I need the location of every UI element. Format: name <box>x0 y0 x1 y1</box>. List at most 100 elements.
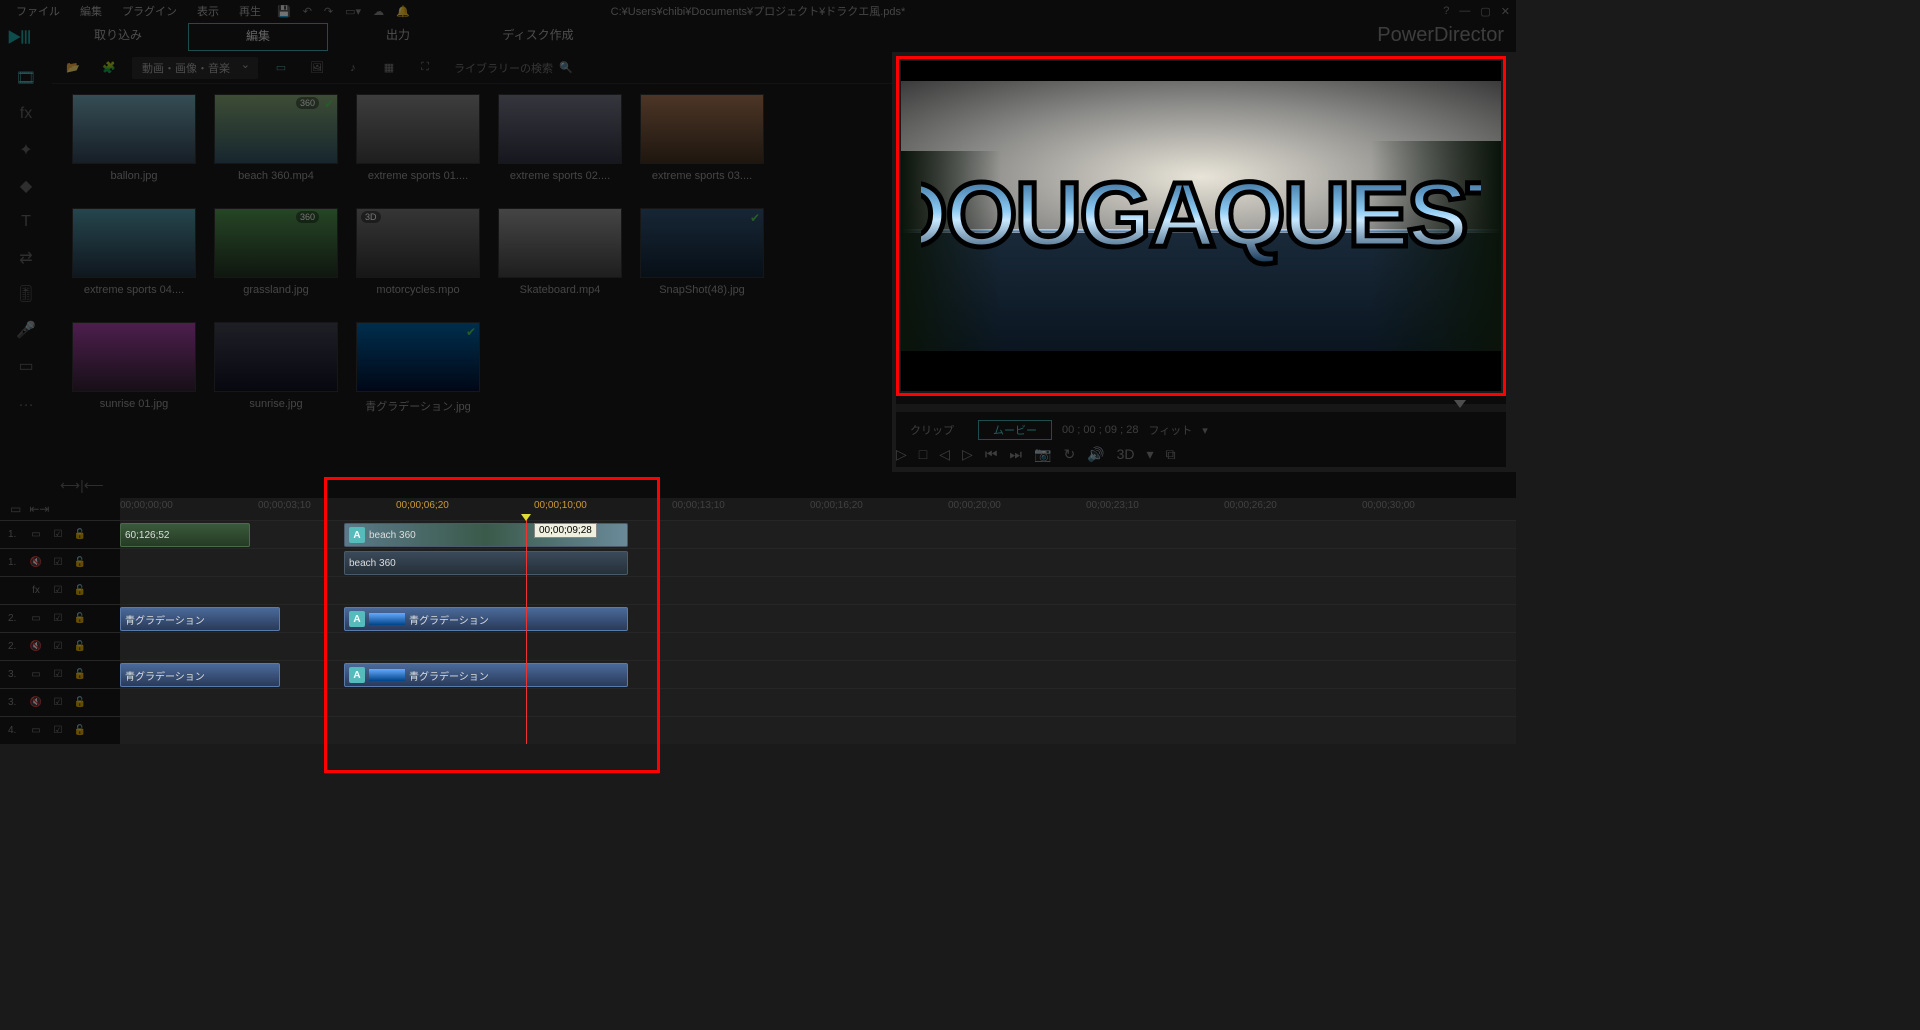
3d-toggle[interactable]: 3D <box>1117 446 1135 463</box>
menu-plugin[interactable]: プラグイン <box>112 3 187 19</box>
timeline-clip[interactable]: A青グラデーション <box>344 607 628 631</box>
media-thumb[interactable]: sunrise 01.jpg <box>72 322 196 414</box>
help-icon[interactable]: ? <box>1443 5 1449 18</box>
timeline-clip[interactable]: 青グラデーション <box>120 663 280 687</box>
track-lock-icon[interactable]: 🔓 <box>72 585 88 596</box>
media-thumb[interactable]: ✔SnapShot(48).jpg <box>640 208 764 296</box>
filter-image-icon[interactable]: 🖼 <box>304 58 330 78</box>
redo-icon[interactable]: ↷ <box>318 5 339 18</box>
media-filter-dropdown[interactable]: 動画・画像・音楽 <box>132 57 258 79</box>
menu-view[interactable]: 表示 <box>187 3 229 19</box>
voiceover-icon[interactable]: 🎤 <box>0 312 52 348</box>
track-body[interactable] <box>120 633 1516 660</box>
popout-icon[interactable]: ⧉ <box>1166 446 1176 463</box>
media-thumb[interactable]: extreme sports 04.... <box>72 208 196 296</box>
track-visible-icon[interactable]: ☑ <box>50 641 66 652</box>
timeline-clip[interactable]: beach 360 <box>344 551 628 575</box>
track-lock-icon[interactable]: 🔓 <box>72 697 88 708</box>
track-visible-icon[interactable]: ☑ <box>50 669 66 680</box>
media-room-icon[interactable]: 🎞 <box>0 60 52 96</box>
track-body[interactable]: beach 360 <box>120 549 1516 576</box>
track-body[interactable]: 60;126;52Abeach 36000;00;09;28 <box>120 521 1516 548</box>
snap-icon[interactable]: ⇤⇥ <box>29 502 49 516</box>
close-icon[interactable]: ✕ <box>1501 5 1510 18</box>
track-lock-icon[interactable]: 🔓 <box>72 725 88 736</box>
chapter-room-icon[interactable]: ▭ <box>0 348 52 384</box>
menu-file[interactable]: ファイル <box>6 3 70 19</box>
media-thumb[interactable]: extreme sports 01.... <box>356 94 480 182</box>
next-frame-icon[interactable]: ▷ <box>962 446 973 463</box>
track-body[interactable]: 青グラデーション A青グラデーション <box>120 661 1516 688</box>
track-lock-icon[interactable]: 🔓 <box>72 641 88 652</box>
mode-tab-ディスク作成[interactable]: ディスク作成 <box>468 23 608 51</box>
loop-icon[interactable]: ↻ <box>1063 446 1075 463</box>
timeline-clip[interactable]: A青グラデーション <box>344 663 628 687</box>
mode-tab-出力[interactable]: 出力 <box>328 23 468 51</box>
bell-icon[interactable]: 🔔 <box>390 5 416 18</box>
maximize-icon[interactable]: ▢ <box>1480 5 1490 18</box>
track-lock-icon[interactable]: 🔓 <box>72 613 88 624</box>
minimize-icon[interactable]: — <box>1459 5 1470 18</box>
rewind-icon[interactable]: ⏮ <box>985 446 998 463</box>
aspect-icon[interactable]: ▭▾ <box>339 5 367 18</box>
subtitle-room-icon[interactable]: … <box>0 384 52 420</box>
search-icon[interactable]: 🔍 <box>559 61 573 74</box>
track-body[interactable] <box>120 717 1516 744</box>
track-body[interactable] <box>120 577 1516 604</box>
preview-scrubber[interactable] <box>896 404 1506 412</box>
cloud-icon[interactable]: ☁ <box>367 5 390 18</box>
track-lock-icon[interactable]: 🔓 <box>72 557 88 568</box>
track-visible-icon[interactable]: ☑ <box>50 725 66 736</box>
track-visible-icon[interactable]: ☑ <box>50 529 66 540</box>
filter-video-icon[interactable]: ▭ <box>268 58 294 78</box>
mode-tab-編集[interactable]: 編集 <box>188 23 328 51</box>
media-thumb[interactable]: ballon.jpg <box>72 94 196 182</box>
fit-dropdown[interactable]: フィット <box>1148 422 1192 438</box>
track-visible-icon[interactable]: ☑ <box>50 697 66 708</box>
media-thumb[interactable]: ✔360beach 360.mp4 <box>214 94 338 182</box>
media-thumb[interactable]: extreme sports 02.... <box>498 94 622 182</box>
import-icon[interactable]: 📂 <box>60 58 86 78</box>
search-placeholder[interactable]: ライブラリーの検索 <box>454 60 553 76</box>
fx-room-icon[interactable]: fx <box>0 96 52 132</box>
track-visible-icon[interactable]: ☑ <box>50 585 66 596</box>
movie-mode-tab[interactable]: ムービー <box>978 420 1052 440</box>
media-thumb[interactable]: Skateboard.mp4 <box>498 208 622 296</box>
volume-icon[interactable]: 🔊 <box>1087 446 1104 463</box>
transition-room-icon[interactable]: ⇄ <box>0 240 52 276</box>
filter-audio-icon[interactable]: ♪ <box>340 58 366 78</box>
prev-frame-icon[interactable]: ◁ <box>939 446 950 463</box>
stop-icon[interactable]: □ <box>919 446 927 463</box>
time-ruler[interactable]: 00;00;00;0000;00;03;1000;00;06;2000;00;1… <box>120 498 1516 520</box>
forward-icon[interactable]: ⏭ <box>1009 446 1022 463</box>
media-thumb[interactable]: 360grassland.jpg <box>214 208 338 296</box>
plugin-icon[interactable]: 🧩 <box>96 58 122 78</box>
track-visible-icon[interactable]: ☑ <box>50 557 66 568</box>
media-thumb[interactable]: ✔青グラデーション.jpg <box>356 322 480 414</box>
mode-tab-取り込み[interactable]: 取り込み <box>48 23 188 51</box>
expand-icon[interactable]: ⛶ <box>412 58 438 78</box>
track-lock-icon[interactable]: 🔓 <box>72 669 88 680</box>
media-thumb[interactable]: sunrise.jpg <box>214 322 338 414</box>
track-body[interactable]: 青グラデーション A青グラデーション <box>120 605 1516 632</box>
menu-play[interactable]: 再生 <box>229 3 271 19</box>
particle-room-icon[interactable]: ◆ <box>0 168 52 204</box>
track-visible-icon[interactable]: ☑ <box>50 613 66 624</box>
save-icon[interactable]: 💾 <box>271 5 297 18</box>
undo-icon[interactable]: ↶ <box>297 5 318 18</box>
clip-mode-tab[interactable]: クリップ <box>896 421 968 439</box>
media-thumb[interactable]: extreme sports 03.... <box>640 94 764 182</box>
timeline-clip[interactable]: 60;126;52 <box>120 523 250 547</box>
title-room-icon[interactable]: T <box>0 204 52 240</box>
snapshot-icon[interactable]: 📷 <box>1034 446 1051 463</box>
pip-room-icon[interactable]: ✦ <box>0 132 52 168</box>
track-lock-icon[interactable]: 🔓 <box>72 529 88 540</box>
track-body[interactable] <box>120 689 1516 716</box>
grid-view-icon[interactable]: ▦ <box>376 58 402 78</box>
preview-viewport[interactable]: DOUGAQUEST <box>901 61 1501 391</box>
audio-room-icon[interactable]: 🎚 <box>0 276 52 312</box>
play-icon[interactable]: ▷ <box>896 446 907 463</box>
timeline-view-icon[interactable]: ▭ <box>10 502 21 516</box>
split-icon[interactable]: ⟷|⟵ <box>60 477 104 494</box>
timeline-clip[interactable]: 青グラデーション <box>120 607 280 631</box>
